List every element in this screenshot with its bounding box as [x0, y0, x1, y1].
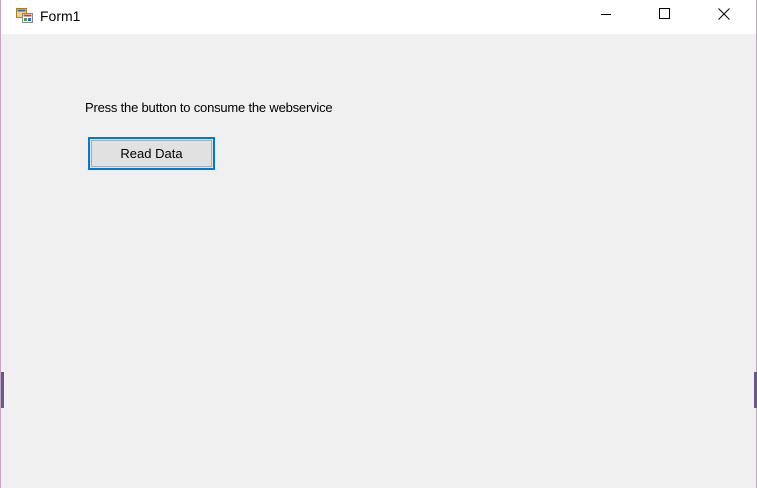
close-icon	[718, 7, 730, 25]
maximize-button[interactable]	[636, 0, 694, 32]
maximize-icon	[659, 7, 671, 25]
left-edge-artifact	[1, 372, 4, 408]
form-client-area: Press the button to consume the webservi…	[1, 34, 756, 488]
window-title: Form1	[40, 8, 81, 24]
read-data-button-label: Read Data	[120, 146, 183, 161]
minimize-button[interactable]	[577, 0, 635, 32]
close-button[interactable]	[695, 0, 753, 32]
form1-window: Form1 Press the button to consume the we…	[0, 0, 757, 488]
read-data-button[interactable]: Read Data	[88, 137, 215, 170]
instruction-label: Press the button to consume the webservi…	[85, 100, 333, 115]
app-icon[interactable]	[16, 8, 33, 23]
title-bar[interactable]: Form1	[1, 0, 756, 34]
minimize-icon	[600, 7, 612, 25]
